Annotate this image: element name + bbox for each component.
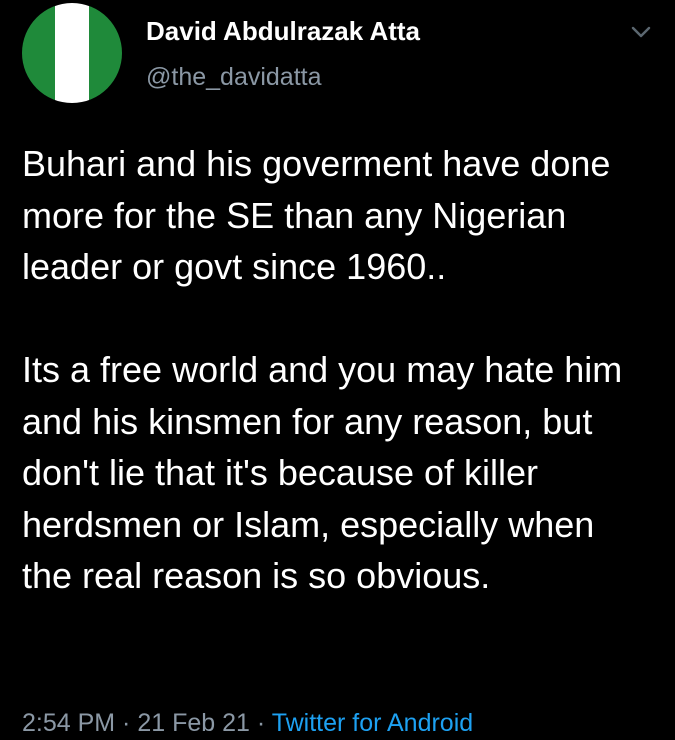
tweet: David Abdulrazak Atta @the_davidatta Buh… — [0, 0, 675, 740]
meta-separator-2: · — [249, 709, 272, 737]
flag-green-band-right — [88, 3, 122, 103]
tweet-source-link[interactable]: Twitter for Android — [272, 709, 473, 737]
tweet-paragraph-2: Its a free world and you may hate him an… — [22, 349, 623, 596]
avatar[interactable] — [22, 3, 122, 103]
chevron-down-icon[interactable] — [629, 22, 653, 42]
tweet-date[interactable]: 21 Feb 21 — [137, 709, 250, 737]
flag-white-band — [55, 3, 89, 103]
author-display-name[interactable]: David Abdulrazak Atta — [146, 14, 420, 48]
author-info: David Abdulrazak Atta @the_davidatta — [146, 14, 420, 94]
author-handle[interactable]: @the_davidatta — [146, 60, 420, 94]
flag-green-band-left — [22, 3, 56, 103]
tweet-text: Buhari and his goverment have done more … — [22, 138, 642, 602]
tweet-time[interactable]: 2:54 PM — [22, 709, 115, 737]
tweet-paragraph-1: Buhari and his goverment have done more … — [22, 143, 611, 287]
tweet-meta: 2:54 PM · 21 Feb 21 · Twitter for Androi… — [22, 706, 473, 740]
meta-separator: · — [115, 709, 138, 737]
